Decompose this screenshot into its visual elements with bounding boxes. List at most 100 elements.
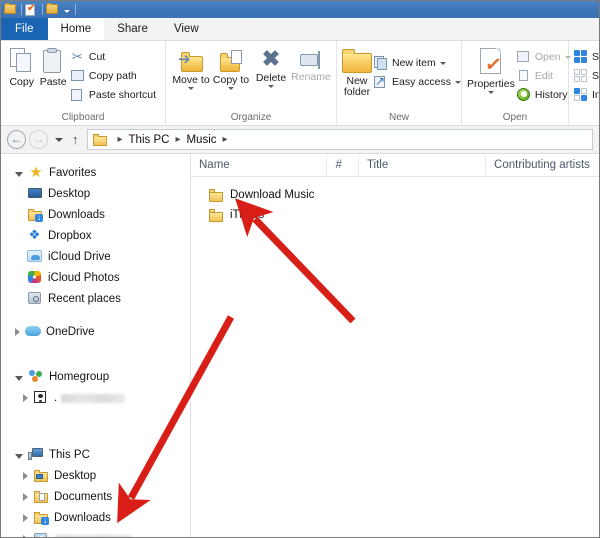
explorer-body: ★ Favorites Desktop ↓ Downloads ❖ Dropbo… [1,154,599,537]
tab-file[interactable]: File [1,18,48,40]
ribbon-group-label-clipboard: Clipboard [61,112,105,123]
this-pc-icon [28,447,44,462]
folder-icon [92,133,107,147]
properties-icon[interactable]: ✔ [25,3,38,16]
chevron-right-icon[interactable] [23,393,28,402]
column-header-contributing-artists[interactable]: Contributing artists [486,154,599,176]
easy-access-button[interactable]: ↗ Easy access [372,72,465,91]
nav-label-recent-places: Recent places [48,292,121,305]
chevron-right-icon[interactable] [23,492,28,501]
ribbon-group-label-open: Open [502,112,528,123]
properties-dropdown-icon[interactable] [487,91,494,94]
move-to-button[interactable]: ➔ Move to [171,45,211,90]
sidebar-item-user-folder[interactable] [1,528,190,537]
table-row[interactable]: iTunes [191,205,599,225]
sidebar-item-recent-places[interactable]: Recent places [1,288,190,309]
column-header-name[interactable]: Name [191,154,328,176]
tab-share[interactable]: Share [104,18,161,40]
breadcrumb-separator: ▸ [117,134,123,145]
nav-label-dropbox: Dropbox [48,229,92,242]
nav-label-this-pc: This PC [49,448,90,461]
chevron-right-icon[interactable] [23,471,28,480]
sidebar-item-desktop[interactable]: Desktop [1,183,190,204]
properties-button[interactable]: ✓ Properties [467,45,515,94]
easy-access-dropdown-icon[interactable] [454,81,461,84]
customize-quick-access-icon[interactable] [64,9,70,13]
folder-icon[interactable] [4,3,17,16]
downloads-folder-icon: ↓ [33,510,49,525]
copy-to-dropdown-icon[interactable] [228,87,234,90]
ribbon-tab-bar: File Home Share View [1,18,599,41]
edit-icon [517,69,531,83]
paste-button[interactable]: Paste [37,45,68,88]
chevron-down-icon[interactable] [15,453,23,459]
sidebar-item-downloads[interactable]: ↓ Downloads [1,204,190,225]
select-none-button[interactable]: S [574,66,599,85]
move-to-dropdown-icon[interactable] [188,87,194,90]
downloads-folder-icon: ↓ [27,207,43,222]
nav-spacer-5 [1,420,190,432]
breadcrumb-this-pc[interactable]: This PC [129,134,170,146]
nav-header-this-pc[interactable]: This PC [1,444,190,465]
sidebar-item-documents[interactable]: Documents [1,486,190,507]
new-item-button[interactable]: New item [372,53,465,72]
delete-button[interactable]: ✖ Delete [251,45,291,88]
table-row[interactable]: Download Music [191,185,599,205]
file-name-download-music: Download Music [230,189,315,201]
copy-path-button[interactable]: Copy path [69,66,160,85]
sidebar-item-icloud-drive[interactable]: iCloud Drive [1,246,190,267]
title-bar-divider-2 [42,4,43,15]
copy-button[interactable]: Copy [6,45,37,88]
ribbon-group-select: S S In [569,41,599,125]
edit-button[interactable]: Edit [515,66,575,85]
invert-selection-button[interactable]: In [574,85,599,104]
nav-header-homegroup[interactable]: Homegroup [1,366,190,387]
chevron-down-icon[interactable] [15,171,23,177]
folder-icon [209,188,224,202]
chevron-right-icon[interactable] [23,534,28,537]
chevron-right-icon[interactable] [23,513,28,522]
up-button[interactable]: ↑ [72,133,79,146]
easy-access-icon: ↗ [374,73,386,88]
breadcrumb-music[interactable]: Music [186,134,216,146]
tab-home[interactable]: Home [47,18,105,40]
desktop-icon [27,186,43,201]
open-small-buttons: Open Edit History [515,45,575,104]
nav-header-favorites[interactable]: ★ Favorites [1,162,190,183]
new-folder-button[interactable]: New folder [342,45,372,98]
select-small-buttons: S S In [574,45,599,104]
open-button[interactable]: Open [515,47,575,66]
cut-icon: ✂ [71,48,83,64]
sidebar-item-dropbox[interactable]: ❖ Dropbox [1,225,190,246]
new-small-buttons: New item ↗ Easy access [372,45,465,91]
forward-button[interactable]: → [29,130,48,149]
nav-header-onedrive[interactable]: OneDrive [1,321,190,342]
recent-locations-icon[interactable] [55,137,63,142]
paste-icon [41,48,65,74]
invert-selection-icon [574,87,588,102]
breadcrumb-separator-3[interactable]: ▸ [223,134,228,145]
paste-shortcut-button[interactable]: Paste shortcut [69,85,160,104]
tab-view[interactable]: View [161,18,212,40]
delete-dropdown-icon[interactable] [268,85,274,88]
select-all-button[interactable]: S [574,47,599,66]
sidebar-item-pc-downloads[interactable]: ↓ Downloads [1,507,190,528]
column-header-title[interactable]: Title [359,154,487,176]
rename-button[interactable]: Rename [291,45,331,83]
breadcrumb[interactable]: ▸ This PC ▸ Music ▸ [86,129,593,150]
ribbon-group-organize: ➔ Move to Copy to ✖ Delete Rename Organi… [166,41,337,125]
history-button[interactable]: History [515,85,575,104]
desktop-folder-icon [33,468,49,483]
sidebar-item-homegroup-user[interactable]: . [1,387,190,408]
chevron-right-icon[interactable] [15,327,20,336]
column-header-track-number[interactable]: # [327,154,359,176]
copy-to-button[interactable]: Copy to [211,45,251,90]
chevron-down-icon[interactable] [15,375,23,381]
back-button[interactable]: ← [7,130,26,149]
cut-button[interactable]: ✂ Cut [69,47,160,66]
new-folder-icon[interactable] [46,3,59,16]
new-item-dropdown-icon[interactable] [439,62,446,65]
file-list-pane: Name # Title Contributing artists Downlo… [191,154,599,537]
sidebar-item-icloud-photos[interactable]: iCloud Photos [1,267,190,288]
sidebar-item-pc-desktop[interactable]: Desktop [1,465,190,486]
